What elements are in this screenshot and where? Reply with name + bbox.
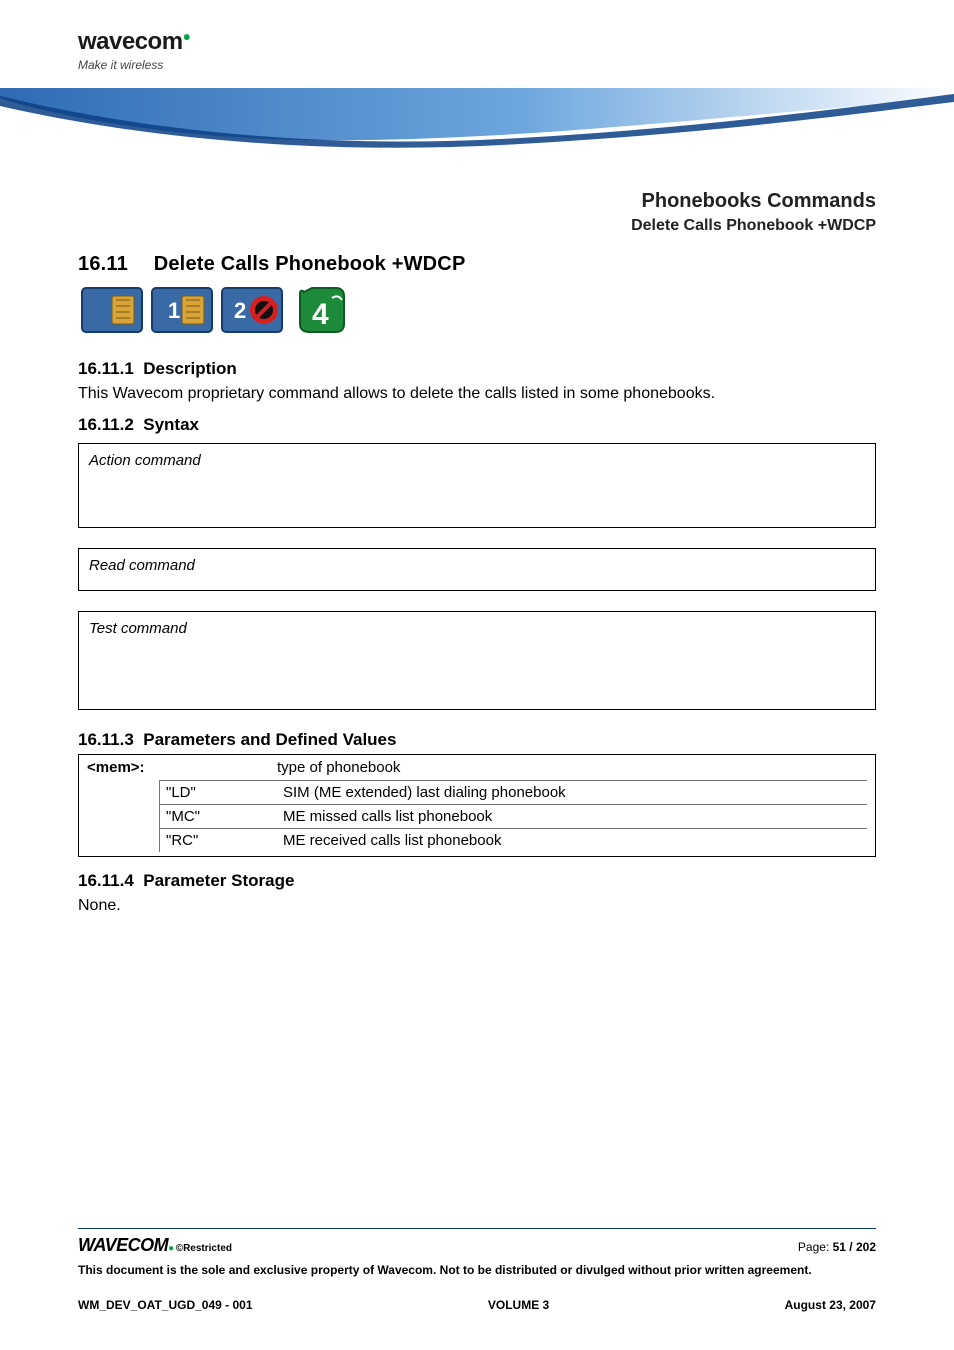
footer-disclaimer: This document is the sole and exclusive … xyxy=(78,1262,876,1278)
brand-wordmark: wavecom● xyxy=(78,28,191,56)
parameters-number: 16.11.3 xyxy=(78,730,134,749)
subchapter-title: Delete Calls Phonebook +WDCP xyxy=(78,217,876,235)
footer-volume: VOLUME 3 xyxy=(488,1298,549,1312)
table-row: "LD" SIM (ME extended) last dialing phon… xyxy=(159,780,867,804)
icon-number-one: 1 xyxy=(168,298,180,323)
page-footer: wavecom●©Restricted Page: 51 / 202 This … xyxy=(78,1228,876,1312)
param-code: "RC" xyxy=(159,829,277,852)
description-title: Description xyxy=(143,359,237,378)
description-body: This Wavecom proprietary command allows … xyxy=(78,383,876,405)
param-desc: SIM (ME extended) last dialing phonebook xyxy=(277,781,867,804)
storage-title: Parameter Storage xyxy=(143,871,294,890)
brand-logo: wavecom● Make it wireless xyxy=(78,28,191,72)
storage-number: 16.11.4 xyxy=(78,871,134,890)
param-desc: ME missed calls list phonebook xyxy=(277,805,867,828)
footer-brand-swirl-icon: ● xyxy=(168,1243,174,1254)
action-command-label: Action command xyxy=(89,452,201,469)
action-command-box: Action command xyxy=(78,443,876,528)
section-heading: 16.11 Delete Calls Phonebook +WDCP xyxy=(78,253,876,276)
section-title: Delete Calls Phonebook +WDCP xyxy=(154,253,466,275)
section-number: 16.11 xyxy=(78,253,128,276)
table-row: "MC" ME missed calls list phonebook xyxy=(159,804,867,828)
description-heading: 16.11.1 Description xyxy=(78,359,876,379)
test-command-box: Test command xyxy=(78,611,876,710)
footer-doc-id: WM_DEV_OAT_UGD_049 - 001 xyxy=(78,1298,253,1312)
applicability-icons: 1 2 4 xyxy=(78,284,876,341)
test-command-label: Test command xyxy=(89,620,187,637)
footer-brand: wavecom● xyxy=(78,1235,174,1256)
read-command-box: Read command xyxy=(78,548,876,591)
description-number: 16.11.1 xyxy=(78,359,134,378)
icon-strip: 1 2 4 xyxy=(78,284,378,336)
read-command-label: Read command xyxy=(89,557,195,574)
syntax-heading: 16.11.2 Syntax xyxy=(78,415,876,435)
storage-body: None. xyxy=(78,895,876,917)
page-number: Page: 51 / 202 xyxy=(798,1240,876,1254)
header-swoosh-graphic xyxy=(0,88,954,158)
section-titles: Phonebooks Commands Delete Calls Phonebo… xyxy=(78,190,876,235)
page-header: wavecom● Make it wireless xyxy=(0,0,954,150)
brand-swirl-icon: ● xyxy=(183,28,191,44)
icon-number-two: 2 xyxy=(234,298,246,323)
parameters-title: Parameters and Defined Values xyxy=(143,730,396,749)
footer-date: August 23, 2007 xyxy=(785,1298,876,1312)
syntax-number: 16.11.2 xyxy=(78,415,134,434)
svg-text:4: 4 xyxy=(312,298,329,331)
syntax-title: Syntax xyxy=(143,415,199,434)
page-content: 16.11 Delete Calls Phonebook +WDCP 1 xyxy=(78,253,876,916)
storage-heading: 16.11.4 Parameter Storage xyxy=(78,871,876,891)
param-code: "LD" xyxy=(159,781,277,804)
icon-number-four: 4 xyxy=(296,286,344,334)
table-row: "RC" ME received calls list phonebook xyxy=(159,828,867,852)
param-name: <mem>: xyxy=(87,759,277,776)
param-code: "MC" xyxy=(159,805,277,828)
param-type-label: type of phonebook xyxy=(277,759,400,776)
parameters-table: <mem>: type of phonebook "LD" SIM (ME ex… xyxy=(78,754,876,857)
footer-restricted: ©Restricted xyxy=(176,1243,232,1254)
parameters-heading: 16.11.3 Parameters and Defined Values xyxy=(78,730,876,750)
chapter-title: Phonebooks Commands xyxy=(78,190,876,213)
footer-rule xyxy=(78,1228,876,1229)
param-desc: ME received calls list phonebook xyxy=(277,829,867,852)
brand-tagline: Make it wireless xyxy=(78,58,191,72)
